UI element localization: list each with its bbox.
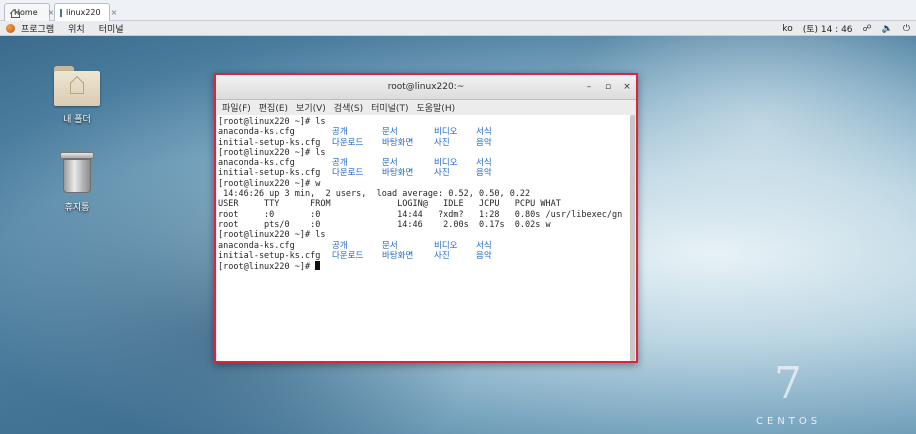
terminal-line: root pts/0 :0 14:46 2.00s 0.17s 0.02s w <box>218 219 551 230</box>
ls-directory: 사진 <box>434 168 450 179</box>
maximize-button[interactable]: ▫ <box>602 81 614 93</box>
ls-directory: 다운로드 <box>332 137 364 148</box>
terminal-line: 14:46:26 up 3 min, 2 users, load average… <box>218 189 531 200</box>
tab-linux220-close-icon[interactable]: × <box>111 8 118 17</box>
ls-directory: 공개 <box>332 240 348 251</box>
terminal-line: USER TTY FROM LOGIN@ IDLE JCPU PCPU WHAT <box>218 199 561 210</box>
ls-directory: 비디오 <box>434 240 458 251</box>
ls-file: initial-setup-ks.cfg <box>218 168 321 179</box>
ls-directory: 공개 <box>332 127 348 138</box>
window-title: root@linux220:~ <box>387 82 465 92</box>
centos-version-number: 7 <box>774 358 802 409</box>
terminal-line: [root@linux220 ~]# ls <box>218 147 326 158</box>
network-icon[interactable]: ☍ <box>863 24 872 34</box>
tab-linux220[interactable]: linux220 × <box>54 3 117 21</box>
terminal-cursor <box>315 261 321 271</box>
close-button[interactable]: × <box>621 81 633 93</box>
minimize-button[interactable]: – <box>583 81 595 93</box>
centos-wordmark: CENTOS <box>756 416 822 427</box>
ls-directory: 문서 <box>382 127 398 138</box>
ls-file: anaconda-ks.cfg <box>218 158 295 169</box>
ls-directory: 음악 <box>476 168 492 179</box>
menu-help[interactable]: 도움말(H) <box>416 101 455 114</box>
terminal-line: initial-setup-ks.cfg 다운로드 바탕화면 사진 음악 <box>218 168 630 178</box>
ls-directory: 바탕화면 <box>382 250 414 261</box>
ls-file: anaconda-ks.cfg <box>218 127 295 138</box>
ls-directory: 다운로드 <box>332 250 364 261</box>
tab-home[interactable]: Home × <box>4 3 54 21</box>
desktop-icon-home-folder[interactable]: 내 폴더 <box>47 66 107 125</box>
ls-file: anaconda-ks.cfg <box>218 240 295 251</box>
ls-directory: 다운로드 <box>332 168 364 179</box>
terminal-line: anaconda-ks.cfg 공개 문서 비디오 서식 <box>218 241 630 251</box>
menu-places[interactable]: 위치 <box>68 22 85 35</box>
clock[interactable]: (토) 14 : 46 <box>803 22 853 35</box>
gnome-top-bar: 프로그램 위치 터미널 ko (토) 14 : 46 ☍ 🔈 ⏻ <box>0 21 916 36</box>
host-tab-bar: Home × linux220 × <box>0 0 916 21</box>
vm-icon <box>60 8 62 17</box>
ls-directory: 음악 <box>476 250 492 261</box>
menu-applications[interactable]: 프로그램 <box>21 22 54 35</box>
terminal-output[interactable]: [root@linux220 ~]# ls anaconda-ks.cfg 공개 문서… <box>217 115 631 361</box>
ls-directory: 비디오 <box>434 127 458 138</box>
scrollbar-thumb[interactable] <box>630 115 635 361</box>
ls-directory: 비디오 <box>434 158 458 169</box>
menu-terminal-window[interactable]: 터미널(T) <box>371 101 408 114</box>
window-menubar: 파일(F) 편집(E) 보기(V) 검색(S) 터미널(T) 도움말(H) <box>216 100 636 115</box>
menu-terminal[interactable]: 터미널 <box>99 22 124 35</box>
volume-icon[interactable]: 🔈 <box>882 24 893 34</box>
terminal-line: initial-setup-ks.cfg 다운로드 바탕화면 사진 음악 <box>218 251 630 261</box>
home-folder-icon <box>54 66 100 106</box>
ls-directory: 공개 <box>332 158 348 169</box>
trash-icon <box>60 152 94 194</box>
ls-directory: 음악 <box>476 137 492 148</box>
terminal-line: initial-setup-ks.cfg 다운로드 바탕화면 사진 음악 <box>218 138 630 148</box>
terminal-scrollbar[interactable] <box>630 115 635 361</box>
applications-icon <box>6 23 15 33</box>
ls-directory: 바탕화면 <box>382 137 414 148</box>
ls-directory: 서식 <box>476 240 492 251</box>
terminal-line: [root@linux220 ~]# ls <box>218 117 326 127</box>
power-icon[interactable]: ⏻ <box>903 24 910 34</box>
menu-file[interactable]: 파일(F) <box>222 101 251 114</box>
menu-edit[interactable]: 편집(E) <box>259 101 288 114</box>
desktop-icon-label: 내 폴더 <box>63 115 91 125</box>
ls-file: initial-setup-ks.cfg <box>218 137 321 148</box>
menu-view[interactable]: 보기(V) <box>296 101 326 114</box>
terminal-window[interactable]: root@linux220:~ – ▫ × 파일(F) 편집(E) 보기(V) … <box>214 73 638 363</box>
ls-directory: 사진 <box>434 250 450 261</box>
terminal-line: anaconda-ks.cfg 공개 문서 비디오 서식 <box>218 158 630 168</box>
ls-directory: 사진 <box>434 137 450 148</box>
window-titlebar[interactable]: root@linux220:~ – ▫ × <box>216 75 636 100</box>
terminal-line: root :0 :0 14:44 ?xdm? 1:28 0.80s /usr/l… <box>218 209 623 220</box>
menu-search[interactable]: 검색(S) <box>334 101 363 114</box>
terminal-line: [root@linux220 ~]# <box>218 261 630 272</box>
input-method-indicator[interactable]: ko <box>782 24 792 34</box>
ls-directory: 바탕화면 <box>382 168 414 179</box>
ls-directory: 서식 <box>476 158 492 169</box>
terminal-line: [root@linux220 ~]# w <box>218 178 321 189</box>
ls-directory: 문서 <box>382 240 398 251</box>
desktop-icon-label: 휴지통 <box>64 203 90 213</box>
ls-file: initial-setup-ks.cfg <box>218 250 321 261</box>
terminal-line: [root@linux220 ~]# ls <box>218 230 326 241</box>
ls-directory: 문서 <box>382 158 398 169</box>
desktop-icon-trash[interactable]: 휴지통 <box>47 152 107 213</box>
terminal-line: anaconda-ks.cfg 공개 문서 비디오 서식 <box>218 127 630 137</box>
ls-directory: 서식 <box>476 127 492 138</box>
tab-linux220-label: linux220 <box>66 8 101 17</box>
